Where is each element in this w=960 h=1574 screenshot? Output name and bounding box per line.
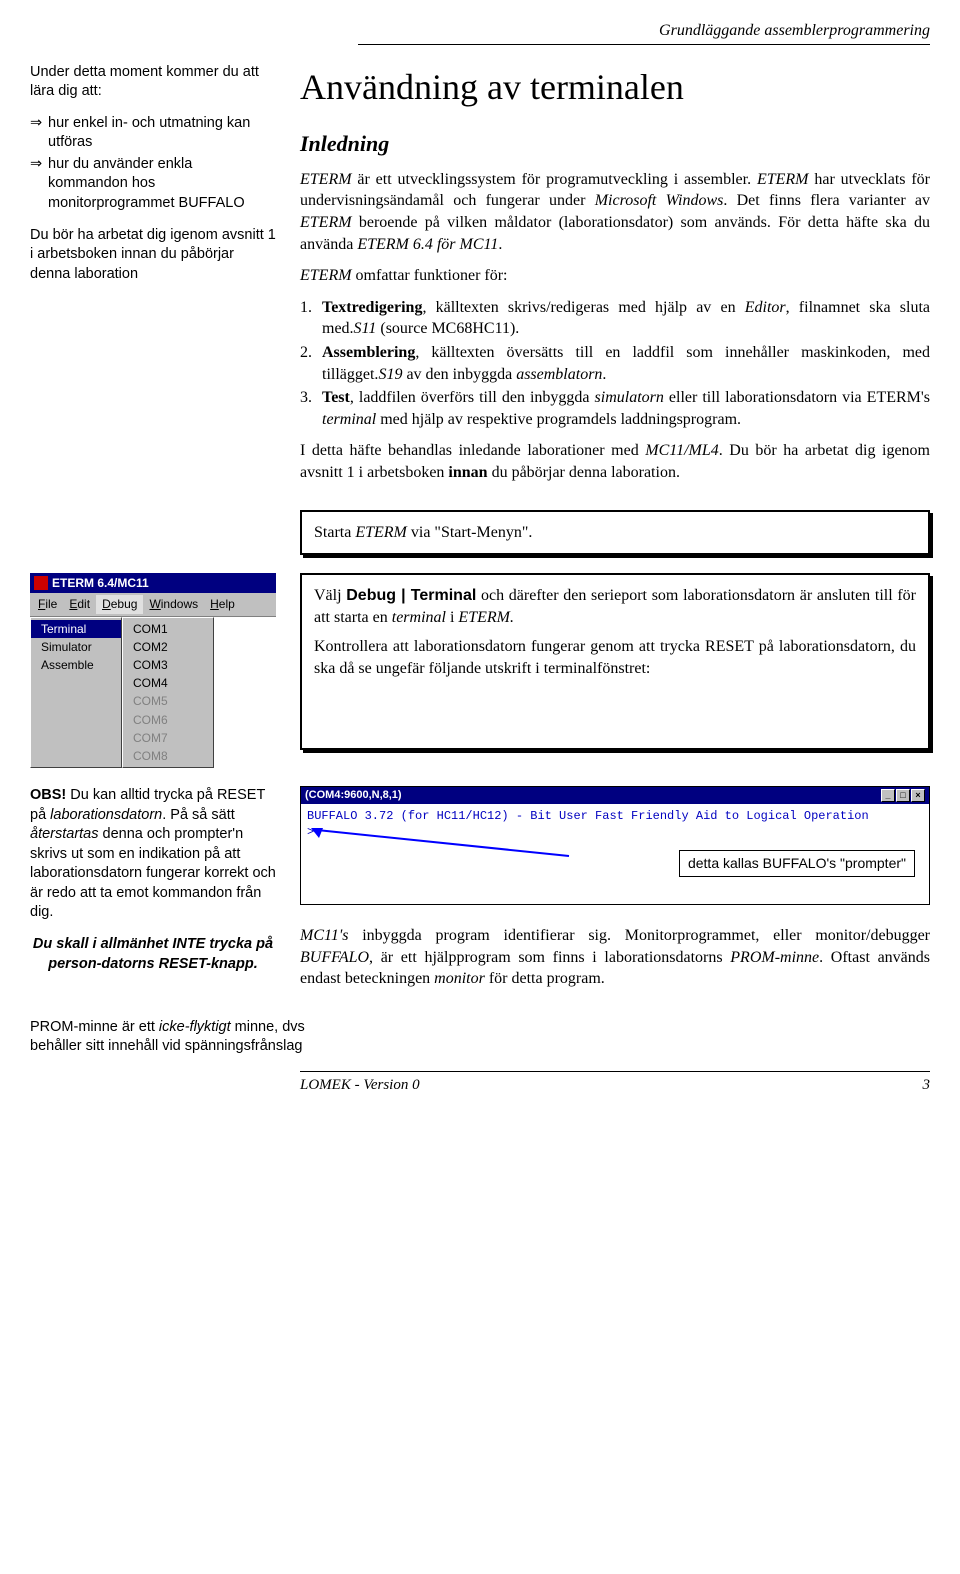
menubar[interactable]: File Edit Debug Windows Help [30, 593, 276, 616]
obs-sidebar: OBS! Du kan alltid trycka på RESET på la… [30, 786, 276, 1000]
menu-item-com4[interactable]: COM4 [123, 674, 213, 692]
callout-label: detta kallas BUFFALO's "prompter" [679, 850, 915, 877]
menu-item-com3[interactable]: COM3 [123, 656, 213, 674]
sidebar-note: Du bör ha arbetat dig igenom avsnitt 1 i… [30, 226, 276, 285]
menu-item-com8: COM8 [123, 747, 213, 765]
menu-help[interactable]: Help [204, 595, 241, 613]
page-footer: LOMEK - Version 0 3 [300, 1071, 930, 1095]
closing-paragraph: I detta häfte behandlas inledande labora… [300, 440, 930, 483]
instruction-box-debug: Välj Debug | Terminal och därefter den s… [300, 573, 930, 750]
obs-warning: Du skall i allmänhet INTE trycka på pers… [30, 935, 276, 974]
list-item: 2.Assemblering, källtexten översätts til… [300, 342, 930, 385]
arrow-icon: ⇒ [30, 114, 48, 153]
terminal-titlebar: (COM4:9600,N,8,1) _ □ × [301, 787, 929, 804]
list-item: 3.Test, laddfilen överförs till den inby… [300, 387, 930, 430]
bullet-text: hur enkel in- och utmatning kan utföras [48, 114, 276, 153]
menu-item-com6: COM6 [123, 711, 213, 729]
list-item: 1.Textredigering, källtexten skrivs/redi… [300, 297, 930, 340]
close-icon[interactable]: × [911, 789, 925, 802]
menu-item-com1[interactable]: COM1 [123, 620, 213, 638]
footer-version: LOMEK - Version 0 [300, 1075, 420, 1095]
terminal-title-text: (COM4:9600,N,8,1) [305, 788, 402, 803]
window-titlebar: ETERM 6.4/MC11 [30, 573, 276, 593]
section-subhead: Inledning [300, 129, 930, 159]
instruction-box-start: Starta ETERM via "Start-Menyn". [300, 510, 930, 556]
obs-reset: OBS! Du kan alltid trycka på RESET på la… [30, 786, 276, 923]
sidebar-intro: Under detta moment kommer du att lära di… [30, 63, 276, 494]
list-intro: ETERM omfattar funktioner för: [300, 265, 930, 287]
menu-item-com7: COM7 [123, 729, 213, 747]
dropdown-com[interactable]: COM1 COM2 COM3 COM4 COM5 COM6 COM7 COM8 [122, 617, 214, 769]
menu-edit[interactable]: Edit [63, 595, 96, 613]
window-title-text: ETERM 6.4/MC11 [52, 575, 149, 591]
running-header: Grundläggande assemblerprogrammering [358, 20, 930, 45]
dropdown-debug[interactable]: Terminal Simulator Assemble [30, 617, 122, 769]
terminal-window: (COM4:9600,N,8,1) _ □ × BUFFALO 3.72 (fo… [300, 786, 930, 905]
arrow-icon: ⇒ [30, 155, 48, 214]
bottom-paragraph: MC11's inbyggda program identifierar sig… [300, 925, 930, 990]
terminal-body[interactable]: BUFFALO 3.72 (for HC11/HC12) - Bit User … [301, 804, 929, 904]
maximize-icon[interactable]: □ [896, 789, 910, 802]
sidebar-bullet: ⇒ hur enkel in- och utmatning kan utföra… [30, 114, 276, 153]
terminal-and-text: (COM4:9600,N,8,1) _ □ × BUFFALO 3.72 (fo… [300, 786, 930, 1000]
menu-file[interactable]: File [32, 595, 63, 613]
app-icon [34, 576, 48, 590]
feature-list: 1.Textredigering, källtexten skrivs/redi… [300, 297, 930, 431]
prom-note: PROM-minne är ett icke-flyktigt minne, d… [30, 1018, 320, 1057]
sidebar-intro-text: Under detta moment kommer du att lära di… [30, 63, 276, 102]
page-title: Användning av terminalen [300, 63, 930, 112]
menu-windows[interactable]: Windows [143, 595, 204, 613]
minimize-icon[interactable]: _ [881, 789, 895, 802]
footer-page-number: 3 [923, 1075, 931, 1095]
eterm-menu-screenshot: ETERM 6.4/MC11 File Edit Debug Windows H… [30, 573, 276, 768]
intro-paragraph: ETERM är ett utvecklingssystem för progr… [300, 169, 930, 255]
menu-item-com5: COM5 [123, 692, 213, 710]
bullet-text: hur du använder enkla kommandon hos moni… [48, 155, 276, 214]
terminal-output: BUFFALO 3.72 (for HC11/HC12) - Bit User … [307, 809, 869, 823]
menu-item-terminal[interactable]: Terminal [31, 620, 121, 638]
callout-arrow-icon [311, 828, 571, 858]
sidebar-bullet: ⇒ hur du använder enkla kommandon hos mo… [30, 155, 276, 214]
menu-item-simulator[interactable]: Simulator [31, 638, 121, 656]
menu-debug[interactable]: Debug [96, 595, 143, 613]
menu-item-com2[interactable]: COM2 [123, 638, 213, 656]
main-content: Användning av terminalen Inledning ETERM… [300, 63, 930, 494]
menu-item-assemble[interactable]: Assemble [31, 656, 121, 674]
